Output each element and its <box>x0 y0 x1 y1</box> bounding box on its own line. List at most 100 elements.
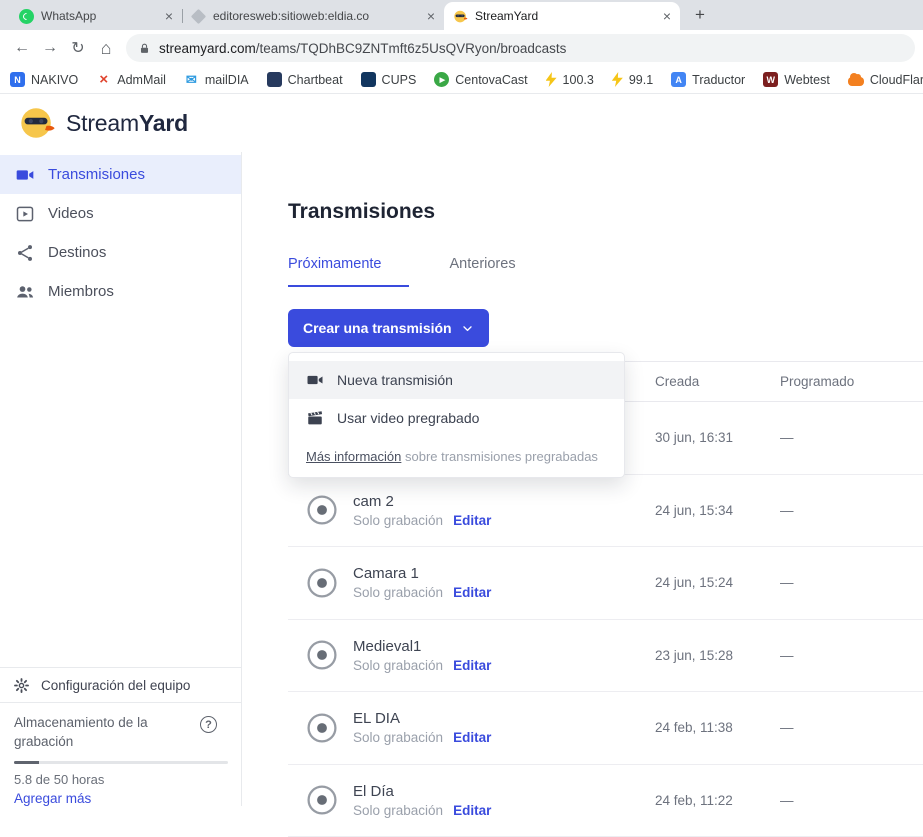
tab-pr-ximamente[interactable]: Próximamente <box>288 256 409 287</box>
bookmark-traductor[interactable]: Traductor <box>671 72 745 87</box>
bookmark-label: CentovaCast <box>455 73 527 87</box>
menu-item-nueva-transmisi-n[interactable]: Nueva transmisión <box>289 361 624 399</box>
streamyard-logo-icon[interactable] <box>18 104 56 142</box>
record-icon <box>305 638 339 672</box>
bookmark-cloudflare[interactable]: CloudFlare <box>848 73 923 87</box>
broadcast-title: El Día <box>353 783 491 800</box>
record-icon <box>305 711 339 745</box>
scheduled-cell: — <box>780 720 923 735</box>
tab-close-icon[interactable]: × <box>663 9 671 23</box>
edit-link[interactable]: Editar <box>453 658 491 673</box>
edit-link[interactable]: Editar <box>453 803 491 818</box>
sidebar-nav: Transmisiones Videos Destinos Miembros <box>0 155 241 311</box>
broadcast-title: Camara 1 <box>353 565 491 582</box>
sidebar-item-miembros[interactable]: Miembros <box>0 272 241 311</box>
main-content: Transmisiones PróximamenteAnteriores Cre… <box>242 152 923 806</box>
home-button[interactable]: ⌂ <box>92 34 120 62</box>
menu-item-label: Nueva transmisión <box>337 372 453 388</box>
sidebar-item-destinos[interactable]: Destinos <box>0 233 241 272</box>
create-broadcast-button[interactable]: Crear una transmisión <box>288 309 489 347</box>
bookmark-100-3[interactable]: 100.3 <box>546 72 594 87</box>
created-cell: 24 jun, 15:24 <box>655 575 780 590</box>
broadcast-type: Solo grabación <box>353 658 443 673</box>
bolt-favicon <box>612 72 623 87</box>
menu-item-usar-video-pregrabado[interactable]: Usar video pregrabado <box>289 399 624 437</box>
bolt-favicon <box>546 72 557 87</box>
browser-tab-editoresweb-sitioweb-eldia-co[interactable]: editoresweb:sitioweb:eldia.co × <box>182 2 444 30</box>
tab-title: WhatsApp <box>41 9 159 23</box>
dropdown-footer-text: sobre transmisiones pregrabadas <box>401 449 598 464</box>
tab-close-icon[interactable]: × <box>165 9 173 23</box>
nakivo-favicon <box>10 72 25 87</box>
storage-progress-fill <box>14 761 39 764</box>
back-button[interactable]: ← <box>8 34 36 62</box>
broadcast-title: cam 2 <box>353 493 491 510</box>
bookmark-label: AdmMail <box>117 73 166 87</box>
tab-title: editoresweb:sitioweb:eldia.co <box>213 9 421 23</box>
videocam-icon <box>15 165 35 185</box>
storage-title: Almacenamiento de la grabación <box>14 714 164 752</box>
record-icon <box>305 783 339 817</box>
url-host: streamyard.com <box>159 41 256 56</box>
bookmark-label: Webtest <box>784 73 830 87</box>
play-square-icon <box>15 204 35 224</box>
created-cell: 24 feb, 11:38 <box>655 720 780 735</box>
streamyard-header: StreamYard <box>0 94 923 152</box>
help-icon[interactable]: ? <box>200 716 217 733</box>
broadcast-row: EL DIA Solo grabación Editar 24 feb, 11:… <box>288 692 923 765</box>
broadcast-type: Solo grabación <box>353 513 443 528</box>
share-icon <box>15 243 35 263</box>
browser-tab-streamyard[interactable]: StreamYard × <box>444 2 680 30</box>
bookmark-centovacast[interactable]: CentovaCast <box>434 72 527 87</box>
edit-link[interactable]: Editar <box>453 513 491 528</box>
more-info-link[interactable]: Más información <box>306 449 401 464</box>
bookmark-nakivo[interactable]: NAKIVO <box>10 72 78 87</box>
dropdown-items: Nueva transmisión Usar video pregrabado <box>289 361 624 437</box>
tab-title: StreamYard <box>475 9 657 23</box>
bookmark-cups[interactable]: CUPS <box>361 72 417 87</box>
broadcast-tabs: Próximamente Anteriores <box>288 256 923 287</box>
translate-favicon <box>671 72 686 87</box>
bookmark-label: mailDIA <box>205 73 249 87</box>
team-settings-button[interactable]: Configuración del equipo <box>0 668 241 703</box>
scheduled-cell: — <box>780 503 923 518</box>
new-tab-button[interactable]: + <box>687 2 713 28</box>
bookmark-99-1[interactable]: 99.1 <box>612 72 653 87</box>
column-created: Creada <box>655 374 780 389</box>
broadcast-row: Camara 1 Solo grabación Editar 24 jun, 1… <box>288 547 923 620</box>
webtest-favicon <box>763 72 778 87</box>
forward-button[interactable]: → <box>36 34 64 62</box>
app-body: Transmisiones Videos Destinos Miembros C… <box>0 152 923 806</box>
bookmark-label: NAKIVO <box>31 73 78 87</box>
create-broadcast-label: Crear una transmisión <box>303 320 452 336</box>
cups-favicon <box>361 72 376 87</box>
address-bar[interactable]: streamyard.com/teams/TQDhBC9ZNTmft6z5UsQ… <box>126 34 915 62</box>
sidebar-item-transmisiones[interactable]: Transmisiones <box>0 155 241 194</box>
bookmark-webtest[interactable]: Webtest <box>763 72 830 87</box>
menu-item-label: Usar video pregrabado <box>337 410 479 426</box>
browser-tab-whatsapp[interactable]: WhatsApp × <box>10 2 182 30</box>
gear-icon <box>13 677 30 694</box>
bookmark-maildia[interactable]: mailDIA <box>184 72 249 87</box>
centova-favicon <box>434 72 449 87</box>
edit-link[interactable]: Editar <box>453 585 491 600</box>
tab-anteriores[interactable]: Anteriores <box>449 256 515 287</box>
tab-strip: WhatsApp × editoresweb:sitioweb:eldia.co… <box>0 0 923 30</box>
browser-toolbar: ← → ↻ ⌂ streamyard.com/teams/TQDhBC9ZNTm… <box>0 30 923 66</box>
bookmark-chartbeat[interactable]: Chartbeat <box>267 72 343 87</box>
tab-close-icon[interactable]: × <box>427 9 435 23</box>
browser-chrome: WhatsApp × editoresweb:sitioweb:eldia.co… <box>0 0 923 94</box>
add-storage-link[interactable]: Agregar más <box>14 791 227 806</box>
storage-progress-bar <box>14 761 228 764</box>
reload-button[interactable]: ↻ <box>64 34 92 62</box>
streamyard-wordmark: StreamYard <box>66 110 188 137</box>
bookmark-label: 100.3 <box>563 73 594 87</box>
storage-section: Almacenamiento de la grabación ? 5.8 de … <box>0 703 241 806</box>
sidebar-item-videos[interactable]: Videos <box>0 194 241 233</box>
bookmark-label: Traductor <box>692 73 745 87</box>
bookmark-label: CloudFlare <box>870 73 923 87</box>
bookmark-admmail[interactable]: AdmMail <box>96 72 166 87</box>
edit-link[interactable]: Editar <box>453 730 491 745</box>
sidebar-item-label: Videos <box>48 205 94 222</box>
created-cell: 30 jun, 16:31 <box>655 430 780 445</box>
